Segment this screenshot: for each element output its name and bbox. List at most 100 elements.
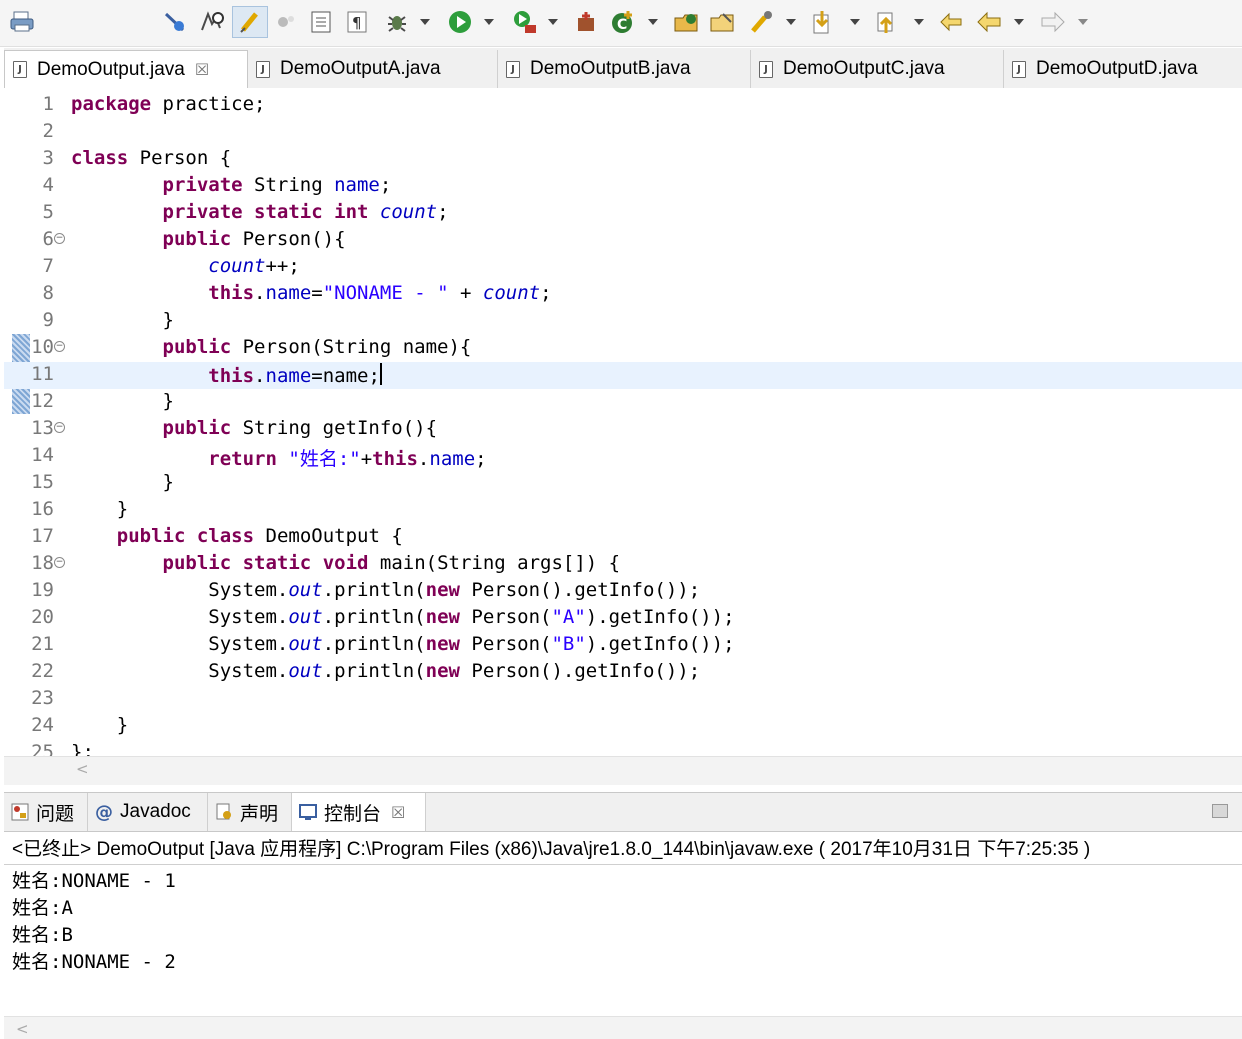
open-task-icon[interactable] bbox=[706, 6, 740, 38]
print-icon[interactable] bbox=[8, 6, 38, 38]
java-file-icon: J bbox=[506, 60, 520, 78]
tab-demooutputb[interactable]: J DemoOutputB.java bbox=[498, 50, 751, 88]
tab-demooutputc[interactable]: J DemoOutputC.java bbox=[751, 50, 1004, 88]
tab-problems[interactable]: 问题 bbox=[4, 793, 88, 831]
external-tools-dropdown-icon[interactable] bbox=[544, 6, 562, 38]
code-line[interactable]: 23 bbox=[4, 686, 1242, 713]
code-text: package practice; bbox=[71, 93, 266, 115]
minimize-icon[interactable] bbox=[1212, 804, 1228, 818]
toggle-breakpoint-icon[interactable] bbox=[196, 6, 228, 38]
code-editor[interactable]: 1 package practice; 2 3 class Person {4 priv… bbox=[4, 88, 1242, 756]
code-line[interactable]: 11 this.name=name; bbox=[4, 362, 1242, 389]
block-selection-icon[interactable] bbox=[272, 6, 300, 38]
line-number: 13 bbox=[31, 417, 54, 439]
line-number: 14 bbox=[31, 444, 54, 466]
line-number: 5 bbox=[42, 201, 54, 223]
code-line[interactable]: 6− public Person(){ bbox=[4, 227, 1242, 254]
code-line[interactable]: 4 private String name; bbox=[4, 173, 1242, 200]
external-tools-icon[interactable] bbox=[508, 6, 542, 38]
open-type-icon[interactable] bbox=[670, 6, 704, 38]
code-line[interactable]: 25}; bbox=[4, 740, 1242, 756]
show-whitespace-icon[interactable]: ¶ bbox=[342, 6, 372, 38]
code-line[interactable]: 22 System.out.println(new Person().getIn… bbox=[4, 659, 1242, 686]
code-line[interactable]: 10− public Person(String name){ bbox=[4, 335, 1242, 362]
javadoc-icon: @ bbox=[95, 801, 113, 823]
new-class-dropdown-icon[interactable] bbox=[644, 6, 662, 38]
fold-toggle-icon[interactable]: − bbox=[54, 341, 65, 352]
tab-javadoc[interactable]: @ Javadoc bbox=[88, 793, 208, 831]
code-text: System.out.println(new Person().getInfo(… bbox=[71, 579, 701, 601]
code-line[interactable]: 18− public static void main(String args[… bbox=[4, 551, 1242, 578]
next-annotation-icon[interactable] bbox=[806, 6, 840, 38]
run-dropdown-icon[interactable] bbox=[480, 6, 498, 38]
code-line[interactable]: 1 package practice; bbox=[4, 92, 1242, 119]
code-line[interactable]: 14 return "姓名:"+this.name; bbox=[4, 443, 1242, 470]
tab-console[interactable]: 控制台 ☒ bbox=[292, 793, 426, 831]
scroll-left-arrow[interactable]: < bbox=[76, 760, 89, 778]
main-toolbar: ¶ C bbox=[0, 0, 1242, 47]
console-horizontal-scrollbar[interactable]: < bbox=[4, 1016, 1242, 1039]
tab-declaration[interactable]: 声明 bbox=[208, 793, 292, 831]
java-file-icon: J bbox=[13, 61, 27, 78]
text-cursor bbox=[379, 363, 382, 385]
next-annotation-dropdown-icon[interactable] bbox=[846, 6, 864, 38]
tab-demooutputd[interactable]: J DemoOutputD.java bbox=[1004, 50, 1242, 88]
debug-dropdown-icon[interactable] bbox=[416, 6, 434, 38]
code-line[interactable]: 20 System.out.println(new Person("A").ge… bbox=[4, 605, 1242, 632]
code-text: System.out.println(new Person("B").getIn… bbox=[71, 633, 735, 655]
code-line[interactable]: 8 this.name="NONAME - " + count; bbox=[4, 281, 1242, 308]
code-text: public class DemoOutput { bbox=[116, 525, 403, 547]
tab-demooutput[interactable]: J DemoOutput.java ☒ bbox=[4, 50, 248, 88]
tab-demooutputa[interactable]: J DemoOutputA.java bbox=[248, 50, 498, 88]
mark-occurrences-icon[interactable] bbox=[232, 6, 268, 38]
code-text: this.name=name; bbox=[208, 363, 382, 387]
new-java-project-icon[interactable] bbox=[570, 6, 602, 38]
forward-dropdown-icon[interactable] bbox=[1074, 6, 1092, 38]
previous-annotation-dropdown-icon[interactable] bbox=[910, 6, 928, 38]
line-number: 9 bbox=[42, 309, 54, 331]
code-line[interactable]: 17 public class DemoOutput { bbox=[4, 524, 1242, 551]
code-line[interactable]: 9 } bbox=[4, 308, 1242, 335]
line-number: 12 bbox=[31, 390, 54, 412]
show-outline-icon[interactable] bbox=[306, 6, 336, 38]
search-dropdown-icon[interactable] bbox=[782, 6, 800, 38]
code-line[interactable]: 3 class Person { bbox=[4, 146, 1242, 173]
fold-toggle-icon[interactable]: − bbox=[54, 233, 65, 244]
code-line[interactable]: 7 count++; bbox=[4, 254, 1242, 281]
back-icon[interactable] bbox=[972, 6, 1006, 38]
editor-horizontal-scrollbar[interactable]: < bbox=[4, 756, 1242, 785]
code-line[interactable]: 13− public String getInfo(){ bbox=[4, 416, 1242, 443]
close-icon[interactable]: ☒ bbox=[391, 803, 405, 822]
problems-icon bbox=[10, 802, 30, 822]
console-view[interactable]: <已终止> DemoOutput [Java 应用程序] C:\Program … bbox=[4, 832, 1242, 1039]
tab-label: 控制台 bbox=[324, 803, 382, 825]
code-text: System.out.println(new Person("A").getIn… bbox=[71, 606, 735, 628]
line-number: 7 bbox=[42, 255, 54, 277]
forward-icon[interactable] bbox=[1036, 6, 1070, 38]
line-number: 23 bbox=[31, 687, 54, 709]
close-icon[interactable]: ☒ bbox=[195, 60, 209, 79]
run-icon[interactable] bbox=[444, 6, 476, 38]
new-class-icon[interactable]: C bbox=[606, 6, 640, 38]
svg-text:¶: ¶ bbox=[352, 14, 362, 32]
debug-icon[interactable] bbox=[382, 6, 412, 38]
console-icon bbox=[298, 802, 318, 822]
code-line[interactable]: 12 } bbox=[4, 389, 1242, 416]
fold-toggle-icon[interactable]: − bbox=[54, 422, 65, 433]
back-dropdown-icon[interactable] bbox=[1010, 6, 1028, 38]
skip-breakpoints-icon[interactable] bbox=[160, 6, 190, 38]
code-line[interactable]: 24 } bbox=[4, 713, 1242, 740]
code-line[interactable]: 19 System.out.println(new Person().getIn… bbox=[4, 578, 1242, 605]
code-line[interactable]: 21 System.out.println(new Person("B").ge… bbox=[4, 632, 1242, 659]
code-line[interactable]: 5 private static int count; bbox=[4, 200, 1242, 227]
search-icon[interactable] bbox=[746, 6, 778, 38]
fold-toggle-icon[interactable]: − bbox=[54, 557, 65, 568]
last-edit-icon[interactable] bbox=[934, 6, 968, 38]
code-line[interactable]: 16 } bbox=[4, 497, 1242, 524]
previous-annotation-icon[interactable] bbox=[870, 6, 904, 38]
code-line[interactable]: 15 } bbox=[4, 470, 1242, 497]
code-text: public Person(){ bbox=[162, 228, 346, 250]
scroll-left-arrow[interactable]: < bbox=[16, 1020, 29, 1038]
console-output-line: 姓名:NONAME - 2 bbox=[12, 951, 176, 973]
code-line[interactable]: 2 bbox=[4, 119, 1242, 146]
